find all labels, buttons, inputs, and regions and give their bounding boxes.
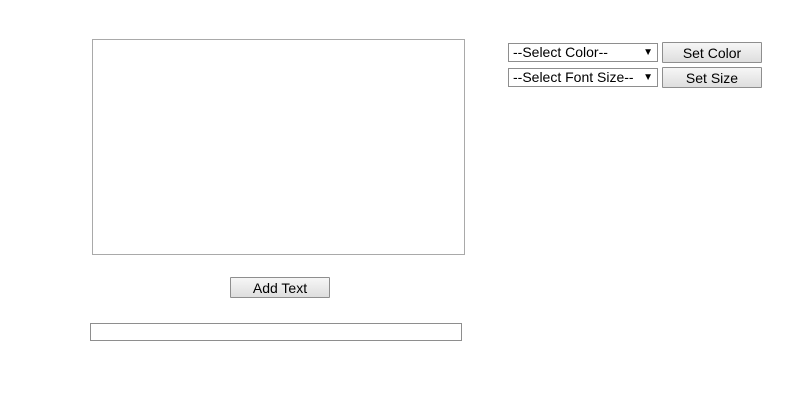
page: Add Text --Select Color-- ▼ Set Color --… [0, 0, 797, 407]
color-select-value: --Select Color-- [513, 44, 608, 60]
font-size-select[interactable]: --Select Font Size-- ▼ [508, 68, 658, 87]
triangle-down-icon: ▼ [643, 47, 653, 58]
text-input[interactable] [90, 323, 462, 341]
text-canvas[interactable] [92, 39, 465, 255]
set-color-button[interactable]: Set Color [662, 42, 762, 63]
add-text-button[interactable]: Add Text [230, 277, 330, 298]
triangle-down-icon: ▼ [643, 72, 653, 83]
set-size-button[interactable]: Set Size [662, 67, 762, 88]
font-size-select-value: --Select Font Size-- [513, 69, 634, 85]
color-select[interactable]: --Select Color-- ▼ [508, 43, 658, 62]
